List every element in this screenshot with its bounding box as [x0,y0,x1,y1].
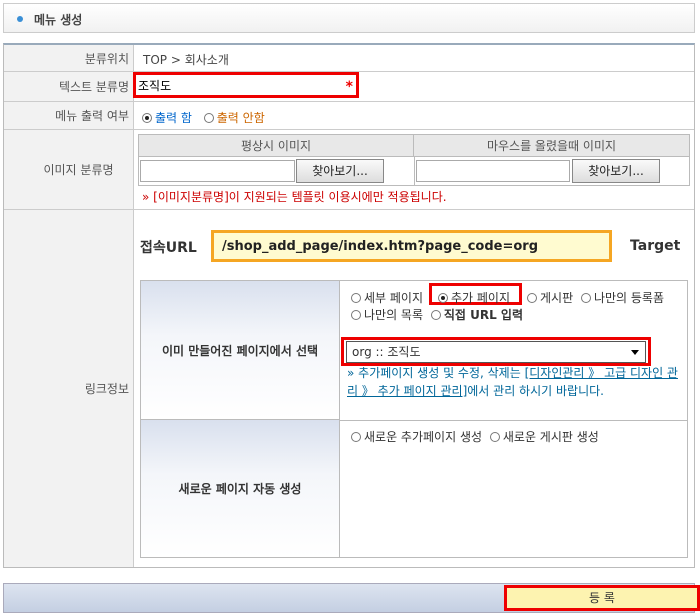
option-board-radio[interactable] [527,293,537,303]
image-note: » [이미지분류명]이 지원되는 템플릿 이용시에만 적용됩니다. [142,190,447,204]
col-hover-image: 마우스를 올렸을때 이미지 [414,135,689,157]
link-type-options: 세부 페이지 [351,289,423,306]
option-direct-label: 직접 URL 입력 [443,308,523,322]
output-off-label: 출력 안함 [216,111,265,125]
image-note-text: [이미지분류명]이 지원되는 템플릿 이용시에만 적용됩니다. [153,190,447,204]
new-board-label: 새로운 게시판 생성 [502,430,599,444]
option-mylist-radio[interactable] [351,310,361,320]
chevron-down-icon [631,350,639,355]
option-myform-radio[interactable] [580,293,591,303]
url-field[interactable]: /shop_add_page/index.htm?page_code=org [211,230,612,262]
hover-image-input[interactable] [416,160,570,182]
page-select-highlight: org :: 조직도 [341,337,651,366]
text-name-value: 조직도 [138,79,172,93]
target-label: Target [630,238,681,254]
location-value: TOP > 회사소개 [143,53,229,67]
bottom-bar: 등 록 [3,583,700,613]
page-select-value: org :: 조직도 [352,345,421,359]
title-bar: 메뉴 생성 [3,3,695,33]
option-addpage-box[interactable]: 추가 페이지 [429,283,522,305]
image-name-label: 이미지 분류명 [4,130,134,209]
bullet-icon [17,16,23,22]
submit-button[interactable]: 등 록 [504,585,700,611]
help-suffix: 에서 관리 하시기 바랍니다. [467,384,604,398]
url-label: 접속URL [140,240,197,256]
new-addpage-radio[interactable] [351,432,361,442]
option-myform-label: 나만의 등록폼 [593,291,665,305]
new-page-label: 새로운 페이지 자동 생성 [141,420,340,557]
option-addpage-label: 추가 페이지 [451,291,511,305]
help-prefix: » 추가페이지 생성 및 수정, 삭제는 [347,366,525,380]
page-title: 메뉴 생성 [34,13,83,27]
location-label: 분류위치 [4,45,134,71]
hover-browse-button[interactable]: 찾아보기... [572,159,660,183]
option-detail-radio[interactable] [351,293,361,303]
option-board-label: 게시판 [540,291,574,305]
option-addpage-radio[interactable] [438,293,448,303]
normal-browse-button[interactable]: 찾아보기... [296,159,384,183]
text-name-label: 텍스트 분류명 [4,72,134,101]
required-mark: * [345,79,353,95]
output-on-label: 출력 함 [155,111,192,125]
link-label: 링크정보 [4,210,134,567]
option-mylist-label: 나만의 목록 [364,308,424,322]
url-value: /shop_add_page/index.htm?page_code=org [222,239,539,254]
option-direct-radio[interactable] [430,310,441,320]
page-select[interactable]: org :: 조직도 [346,341,646,363]
text-name-field[interactable]: 조직도 * [133,72,359,98]
normal-image-input[interactable] [140,160,295,182]
output-off-radio[interactable] [203,113,214,123]
row-location: 분류위치 TOP > 회사소개 [4,45,694,72]
col-normal-image: 평상시 이미지 [139,135,414,157]
option-detail-label: 세부 페이지 [364,291,424,305]
output-on-radio[interactable] [142,113,152,123]
help-text: » 추가페이지 생성 및 수정, 삭제는 [디자인관리 》 고급 디자인 관리 … [347,364,685,400]
menu-output-label: 메뉴 출력 여부 [4,102,134,129]
new-board-radio[interactable] [489,432,500,442]
new-addpage-label: 새로운 추가페이지 생성 [364,430,483,444]
row-menu-output: 메뉴 출력 여부 출력 함 출력 안함 [4,102,694,130]
existing-page-label: 이미 만들어진 페이지에서 선택 [141,281,340,420]
